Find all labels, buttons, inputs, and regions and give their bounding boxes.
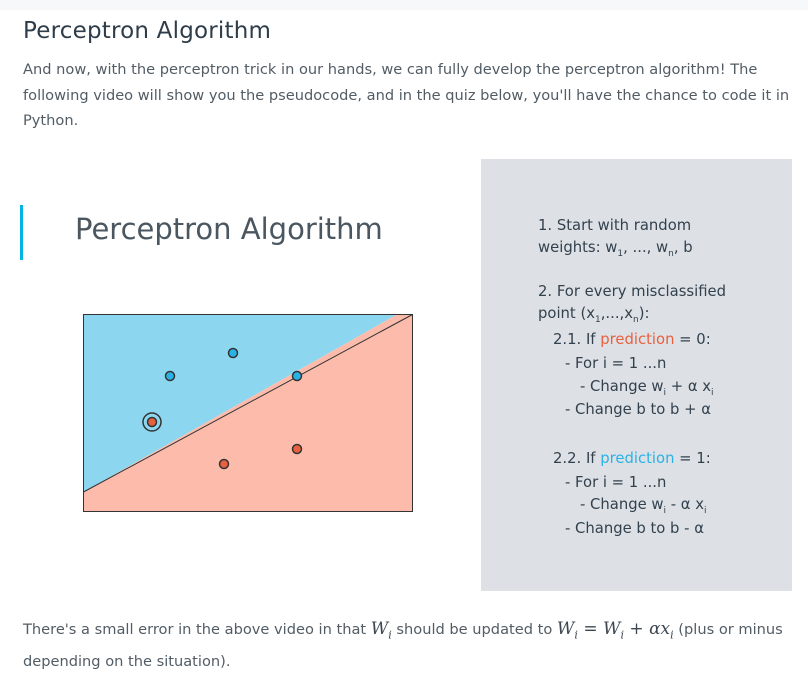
- prediction-keyword: prediction: [600, 450, 675, 467]
- change-text: - Change w: [580, 496, 664, 513]
- step-1-text: , b: [673, 239, 693, 256]
- step-2-text: ,...,x: [600, 305, 633, 322]
- change-text: - α x: [666, 496, 704, 513]
- math-subscript: i: [620, 628, 624, 642]
- subscript: i: [711, 387, 714, 398]
- math-subscript: i: [574, 628, 578, 642]
- blue-point: [291, 370, 303, 382]
- footnote-text: There's a small error in the above video…: [23, 621, 371, 638]
- subscript: i: [703, 505, 707, 516]
- for-loop-text: - For i = 1 ...n: [565, 355, 667, 372]
- math-update-equation: Wi = Wi + αxi: [556, 619, 674, 642]
- bias-text: - Change b to b - α: [565, 520, 704, 537]
- intro-paragraph: And now, with the perceptron trick in ou…: [23, 61, 790, 129]
- math-operator: +: [629, 619, 644, 639]
- step-2-line-2: point (x1,...,xn):: [538, 303, 649, 331]
- step-2-line-1: 2. For every misclassified: [538, 281, 726, 303]
- step-1-text: 1. Start with random: [538, 217, 692, 234]
- red-point: [218, 458, 230, 470]
- step-2-1-change-bias: - Change b to b + α: [565, 399, 711, 421]
- step-2-text: 2. For every misclassified: [538, 283, 727, 300]
- step-2-2-for: - For i = 1 ...n: [565, 472, 666, 494]
- step-2-1-heading: 2.1. If prediction = 0:: [553, 329, 711, 351]
- math-symbol: x: [660, 619, 671, 639]
- step-2-1-suffix: = 0:: [674, 331, 711, 348]
- math-operator: =: [583, 619, 598, 639]
- page-title: Perceptron Algorithm: [23, 18, 272, 44]
- math-symbol: α: [649, 619, 661, 639]
- prediction-keyword: prediction: [600, 331, 675, 348]
- math-w-i: Wi: [370, 619, 392, 641]
- step-2-2-suffix: = 1:: [674, 450, 711, 467]
- step-2-1-prefix: 2.1. If: [553, 331, 601, 348]
- step-2-2-heading: 2.2. If prediction = 1:: [553, 448, 711, 470]
- step-2-text: ):: [638, 305, 650, 322]
- bias-text: - Change b to b + α: [565, 401, 712, 418]
- step-1-text: weights: w: [538, 239, 618, 256]
- footnote: There's a small error in the above video…: [23, 616, 793, 675]
- step-2-2-prefix: 2.2. If: [553, 450, 601, 467]
- math-symbol: W: [602, 619, 621, 639]
- change-text: + α x: [666, 378, 712, 395]
- blue-point: [227, 347, 239, 359]
- perceptron-diagram: [83, 314, 413, 512]
- step-2-2-change-bias: - Change b to b - α: [565, 518, 704, 540]
- change-text: - Change w: [580, 378, 664, 395]
- step-1-line-2: weights: w1, ..., wn, b: [538, 237, 693, 265]
- step-1-line-1: 1. Start with random: [538, 215, 691, 237]
- for-loop-text: - For i = 1 ...n: [565, 474, 667, 491]
- video-title: Perceptron Algorithm: [75, 212, 383, 246]
- blue-point: [164, 370, 176, 382]
- step-2-1-for: - For i = 1 ...n: [565, 353, 666, 375]
- step-1-text: , ..., w: [623, 239, 669, 256]
- footnote-text: should be updated to: [391, 621, 557, 638]
- math-symbol: W: [370, 619, 389, 639]
- red-point: [146, 416, 158, 428]
- red-point: [291, 443, 303, 455]
- step-2-text: point (x: [538, 305, 595, 322]
- top-strip: [0, 0, 808, 10]
- math-symbol: W: [556, 619, 575, 639]
- accent-bar: [20, 205, 23, 260]
